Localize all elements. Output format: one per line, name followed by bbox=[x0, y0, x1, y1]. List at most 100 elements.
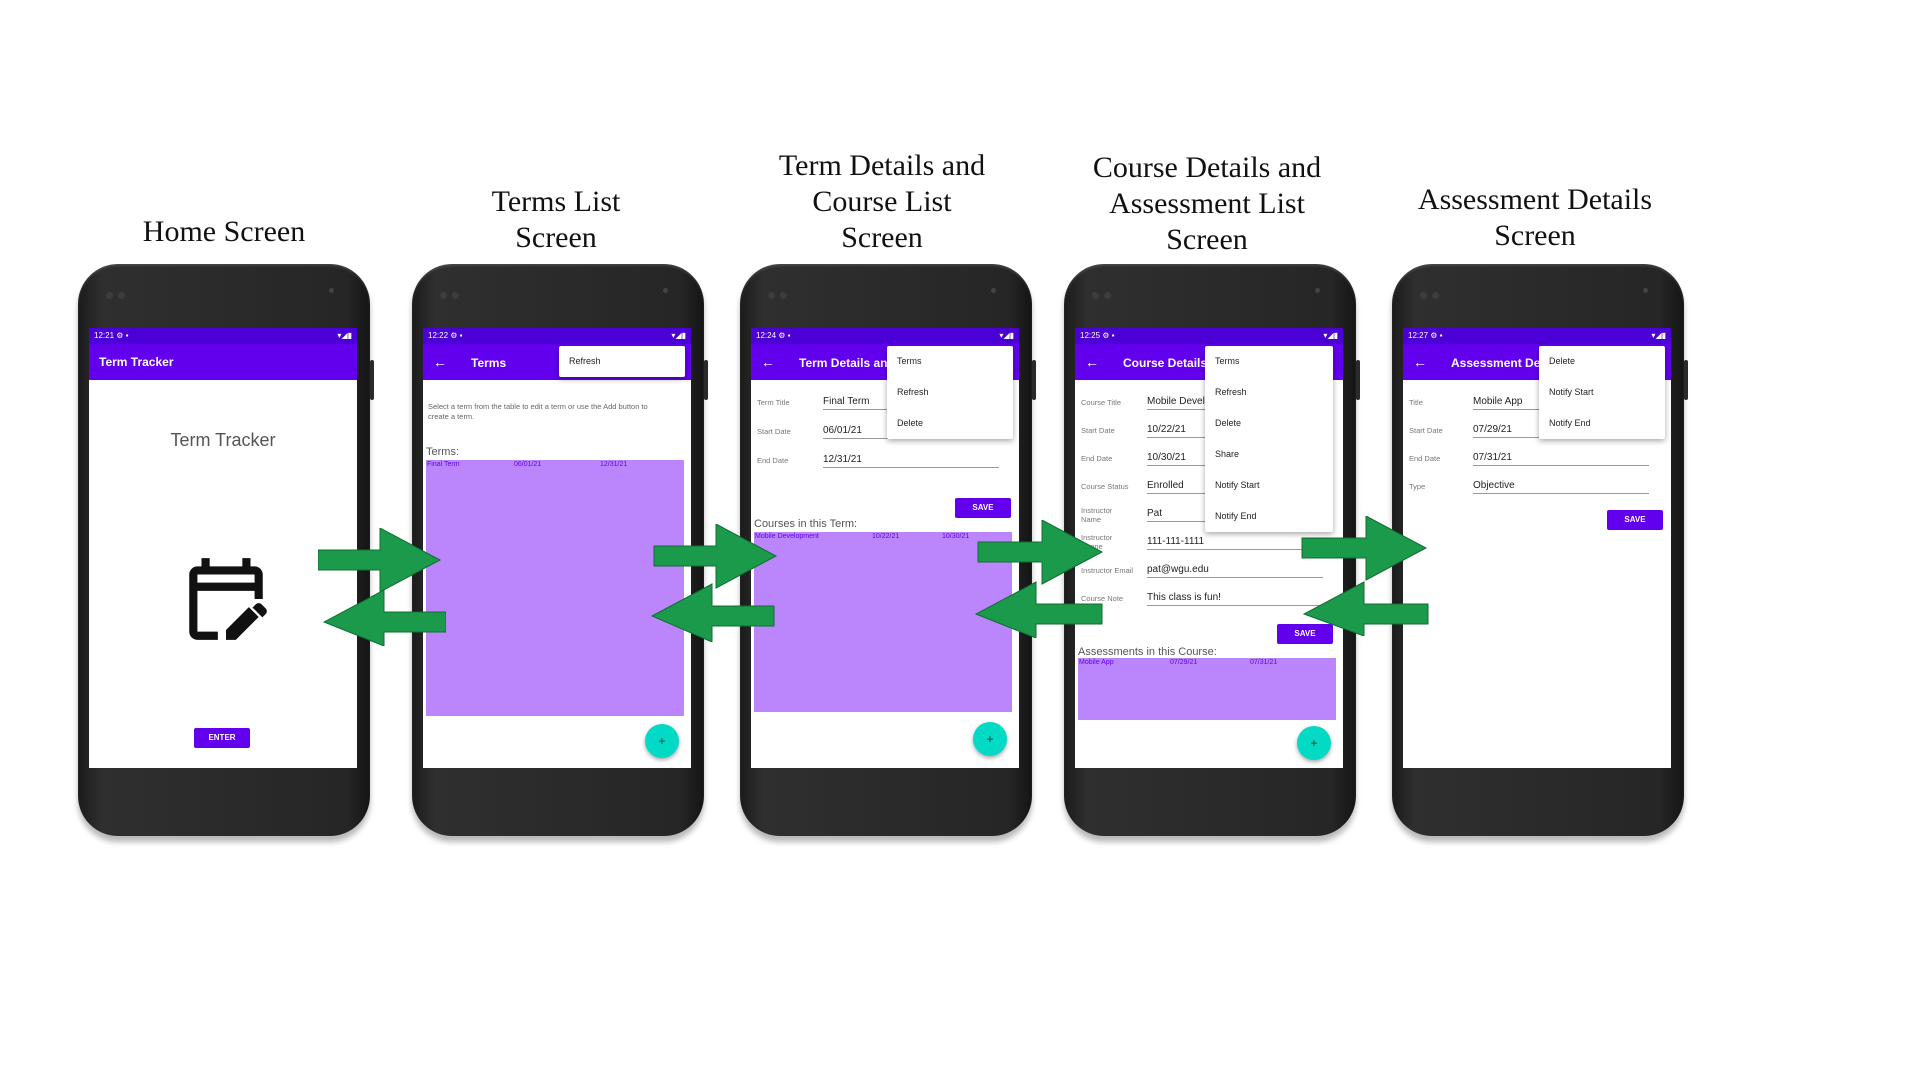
back-arrow-icon[interactable]: ← bbox=[761, 344, 781, 380]
signal-battery-icon: ▾◢▮ bbox=[671, 331, 686, 340]
save-button[interactable]: SAVE bbox=[955, 498, 1011, 518]
status-icons: ⚙ ▪ bbox=[116, 331, 129, 340]
save-button[interactable]: SAVE bbox=[1607, 510, 1663, 530]
caption-line: Assessment Details bbox=[1417, 183, 1653, 216]
nav-arrows-3 bbox=[974, 520, 1104, 638]
nav-arrows-2 bbox=[650, 524, 778, 642]
caption-line: Screen bbox=[1166, 223, 1248, 256]
field-instructor-phone[interactable]: 111-111-1111 bbox=[1147, 536, 1323, 550]
menu-item-terms[interactable]: Terms bbox=[887, 346, 1013, 377]
cell-start: 06/01/21 bbox=[514, 461, 542, 468]
field-course-note[interactable]: This class is fun! bbox=[1147, 592, 1323, 606]
caption-term-details-screen: Term Details and Course List Screen bbox=[722, 148, 1042, 256]
side-button bbox=[1356, 360, 1360, 400]
add-fab-button[interactable]: + bbox=[973, 722, 1007, 756]
enter-button[interactable]: ENTER bbox=[194, 728, 250, 748]
left-arrow-icon bbox=[974, 581, 1103, 638]
speaker-dots bbox=[768, 286, 792, 304]
overflow-menu: Refresh bbox=[559, 346, 685, 377]
camera-dot bbox=[1643, 288, 1648, 293]
back-arrow-icon[interactable]: ← bbox=[1085, 344, 1105, 380]
phone-assessment-details: 12:27 ⚙ ▪ ▾◢▮ ← Assessment Details Delete… bbox=[1392, 264, 1688, 836]
status-bar: 12:21 ⚙ ▪ ▾◢▮ bbox=[89, 328, 357, 344]
cell-start: 07/29/21 bbox=[1170, 659, 1198, 666]
table-row[interactable]: Mobile App 07/29/21 07/31/21 bbox=[1078, 658, 1336, 668]
right-arrow-icon bbox=[318, 528, 442, 593]
camera-dot bbox=[663, 288, 668, 293]
overflow-menu: Terms Refresh Delete bbox=[887, 346, 1013, 439]
camera-dot bbox=[991, 288, 996, 293]
left-arrow-icon bbox=[322, 589, 446, 646]
status-bar: 12:22 ⚙ ▪ ▾◢▮ bbox=[423, 328, 691, 344]
status-icons: ⚙ ▪ bbox=[1102, 331, 1115, 340]
side-button bbox=[1684, 360, 1688, 400]
back-arrow-icon[interactable]: ← bbox=[433, 344, 453, 380]
side-button bbox=[370, 360, 374, 400]
menu-item-refresh[interactable]: Refresh bbox=[887, 377, 1013, 408]
caption-line: Course List bbox=[812, 185, 952, 218]
home-heading: Term Tracker bbox=[170, 430, 276, 450]
menu-item-share[interactable]: Share bbox=[1205, 439, 1333, 470]
cell-title: Final Term bbox=[427, 461, 460, 468]
camera-dot bbox=[1315, 288, 1320, 293]
add-fab-button[interactable]: + bbox=[645, 724, 679, 758]
add-fab-button[interactable]: + bbox=[1297, 726, 1331, 760]
status-bar: 12:27 ⚙ ▪ ▾◢▮ bbox=[1403, 328, 1671, 344]
menu-item-notify-end[interactable]: Notify End bbox=[1539, 408, 1665, 439]
menu-item-delete[interactable]: Delete bbox=[1539, 346, 1665, 377]
menu-item-delete[interactable]: Delete bbox=[887, 408, 1013, 439]
menu-item-notify-start[interactable]: Notify Start bbox=[1205, 470, 1333, 501]
caption-course-details-screen: Course Details and Assessment List Scree… bbox=[1047, 150, 1367, 258]
cell-end: 10/30/21 bbox=[942, 533, 970, 540]
signal-battery-icon: ▾◢▮ bbox=[1651, 331, 1666, 340]
status-time: 12:27 bbox=[1408, 331, 1429, 340]
status-icons: ⚙ ▪ bbox=[778, 331, 791, 340]
caption-assessment-details-screen: Assessment Details Screen bbox=[1375, 182, 1695, 254]
caption-line: Assessment List bbox=[1109, 187, 1305, 220]
caption-line: Screen bbox=[515, 221, 597, 254]
menu-item-refresh[interactable]: Refresh bbox=[1205, 377, 1333, 408]
assessments-list-label: Assessments in this Course: bbox=[1078, 646, 1217, 658]
field-type[interactable]: Objective bbox=[1473, 480, 1649, 494]
status-icons: ⚙ ▪ bbox=[450, 331, 463, 340]
screen-home: 12:21 ⚙ ▪ ▾◢▮ Term Tracker Term Tracker … bbox=[89, 328, 357, 768]
caption-line: Screen bbox=[1494, 219, 1576, 252]
field-label-end-date: End Date bbox=[757, 456, 789, 465]
menu-item-terms[interactable]: Terms bbox=[1205, 346, 1333, 377]
nav-arrows-1 bbox=[318, 528, 446, 646]
field-label-course-status: Course Status bbox=[1081, 482, 1129, 491]
menu-item-delete[interactable]: Delete bbox=[1205, 408, 1333, 439]
signal-battery-icon: ▾◢▮ bbox=[999, 331, 1014, 340]
app-title: Term Tracker bbox=[99, 355, 174, 369]
caption-line: Home Screen bbox=[142, 215, 306, 248]
field-label-title: Title bbox=[1409, 398, 1423, 407]
screen-assessment-details: 12:27 ⚙ ▪ ▾◢▮ ← Assessment Details Delete… bbox=[1403, 328, 1671, 768]
table-row[interactable]: Final Term 06/01/21 12/31/21 bbox=[426, 460, 684, 470]
right-arrow-icon bbox=[653, 524, 778, 589]
status-bar: 12:25 ⚙ ▪ ▾◢▮ bbox=[1075, 328, 1343, 344]
field-label-type: Type bbox=[1409, 482, 1426, 491]
speaker-dots bbox=[440, 286, 464, 304]
back-arrow-icon[interactable]: ← bbox=[1413, 344, 1433, 380]
overflow-menu: Delete Notify Start Notify End bbox=[1539, 346, 1665, 439]
speaker-dots bbox=[1420, 286, 1444, 304]
status-time: 12:24 bbox=[756, 331, 777, 340]
cell-end: 12/31/21 bbox=[600, 461, 628, 468]
status-icons: ⚙ ▪ bbox=[1430, 331, 1443, 340]
side-button bbox=[1032, 360, 1036, 400]
menu-item-refresh[interactable]: Refresh bbox=[559, 346, 685, 377]
menu-item-notify-start[interactable]: Notify Start bbox=[1539, 377, 1665, 408]
field-instructor-email[interactable]: pat@wgu.edu bbox=[1147, 564, 1323, 578]
assessments-table: Mobile App 07/29/21 07/31/21 bbox=[1078, 658, 1336, 720]
app-bar: Term Tracker bbox=[89, 344, 357, 380]
status-time: 12:21 bbox=[94, 331, 115, 340]
speaker-dots bbox=[106, 286, 130, 304]
field-end-date[interactable]: 07/31/21 bbox=[1473, 452, 1649, 466]
field-label-start-date: Start Date bbox=[1409, 426, 1443, 435]
menu-item-notify-end[interactable]: Notify End bbox=[1205, 501, 1333, 532]
field-end-date[interactable]: 12/31/21 bbox=[823, 454, 999, 468]
caption-line: Terms List bbox=[491, 185, 621, 218]
signal-battery-icon: ▾◢▮ bbox=[337, 331, 352, 340]
status-time: 12:25 bbox=[1080, 331, 1101, 340]
field-label-course-title: Course Title bbox=[1081, 398, 1122, 407]
